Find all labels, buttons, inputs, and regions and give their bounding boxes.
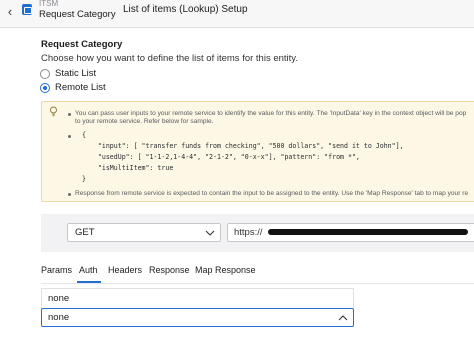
auth-type-select[interactable]: none xyxy=(41,308,354,327)
tabs-divider xyxy=(41,283,474,284)
url-input[interactable]: https:// xyxy=(227,223,474,242)
app-breadcrumb[interactable]: Request Category xyxy=(39,9,116,21)
info-text-3: Response from remote service is expected… xyxy=(75,190,469,197)
code-line: "input": [ "transfer funds from checking… xyxy=(82,142,404,150)
top-header: ‹ ITSM Request Category List of items (L… xyxy=(0,0,474,28)
app-name: ITSM xyxy=(39,0,59,8)
app-logo-icon xyxy=(22,4,32,15)
http-method-value: GET xyxy=(75,227,95,238)
radio-static-list[interactable]: Static List xyxy=(40,68,160,80)
tab-map-response[interactable]: Map Response xyxy=(195,264,256,276)
info-text-1: You can pass user inputs to your remote … xyxy=(75,110,467,117)
code-line: "usedUp": [ "1-1-2,1-4-4", "2-1-2", "0-x… xyxy=(82,153,360,161)
section-title: Request Category xyxy=(41,39,123,50)
auth-dropdown-menu: none xyxy=(41,288,354,308)
lightbulb-icon xyxy=(50,106,57,117)
bullet xyxy=(68,193,71,196)
tab-params[interactable]: Params xyxy=(41,264,72,276)
chevron-up-icon xyxy=(338,315,348,321)
chevron-down-icon xyxy=(205,230,215,236)
auth-option-none[interactable]: none xyxy=(48,293,69,305)
bullet xyxy=(68,113,71,116)
tab-auth[interactable]: Auth xyxy=(79,264,98,276)
http-method-select[interactable]: GET xyxy=(67,223,221,242)
radio-static-list-label: Static List xyxy=(55,68,97,79)
bullet xyxy=(68,135,71,138)
request-bar: GET https:// xyxy=(41,214,474,252)
tab-bar: Params Auth Headers Response Map Respons… xyxy=(41,264,474,282)
radio-remote-list[interactable]: Remote List xyxy=(40,82,160,94)
radio-remote-list-indicator[interactable] xyxy=(40,83,50,93)
url-value: https:// xyxy=(234,227,263,238)
tab-response[interactable]: Response xyxy=(149,264,190,276)
code-line: } xyxy=(82,175,86,183)
redaction-mark xyxy=(268,229,468,235)
tab-headers[interactable]: Headers xyxy=(108,264,142,276)
radio-remote-list-label: Remote List xyxy=(55,82,106,93)
radio-static-list-indicator[interactable] xyxy=(40,69,50,79)
info-text-2: to your remote service. Refer below for … xyxy=(75,118,214,125)
info-callout: You can pass user inputs to your remote … xyxy=(41,101,474,202)
section-description: Choose how you want to define the list o… xyxy=(41,53,298,64)
back-chevron-icon[interactable]: ‹ xyxy=(3,4,17,20)
code-line: { xyxy=(82,131,86,139)
auth-type-value: none xyxy=(48,312,70,323)
page-title: List of items (Lookup) Setup xyxy=(123,4,248,15)
code-line: "isMultiItem": true xyxy=(82,164,174,172)
